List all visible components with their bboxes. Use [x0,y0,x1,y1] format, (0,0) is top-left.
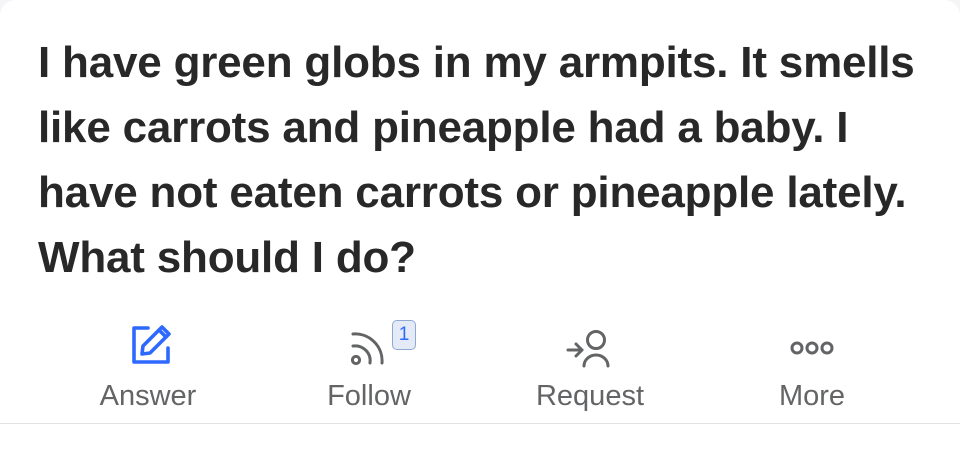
answer-label: Answer [99,380,197,412]
divider [0,423,960,424]
more-label: More [778,380,846,412]
follow-label: Follow [327,380,411,412]
follower-count-badge: 1 [392,320,416,350]
request-label: Request [535,380,644,412]
more-button[interactable]: More [722,318,902,418]
answer-button[interactable]: Answer [58,318,238,418]
person-arrow-icon [560,318,620,374]
question-card: I have green globs in my armpits. It sme… [0,0,960,460]
three-dots-icon [782,318,842,374]
pencil-square-icon [118,318,178,374]
follow-button[interactable]: Follow [279,318,459,418]
request-button[interactable]: Request [500,318,680,418]
rss-feed-icon [339,318,399,374]
question-title[interactable]: I have green globs in my armpits. It sme… [38,30,938,290]
